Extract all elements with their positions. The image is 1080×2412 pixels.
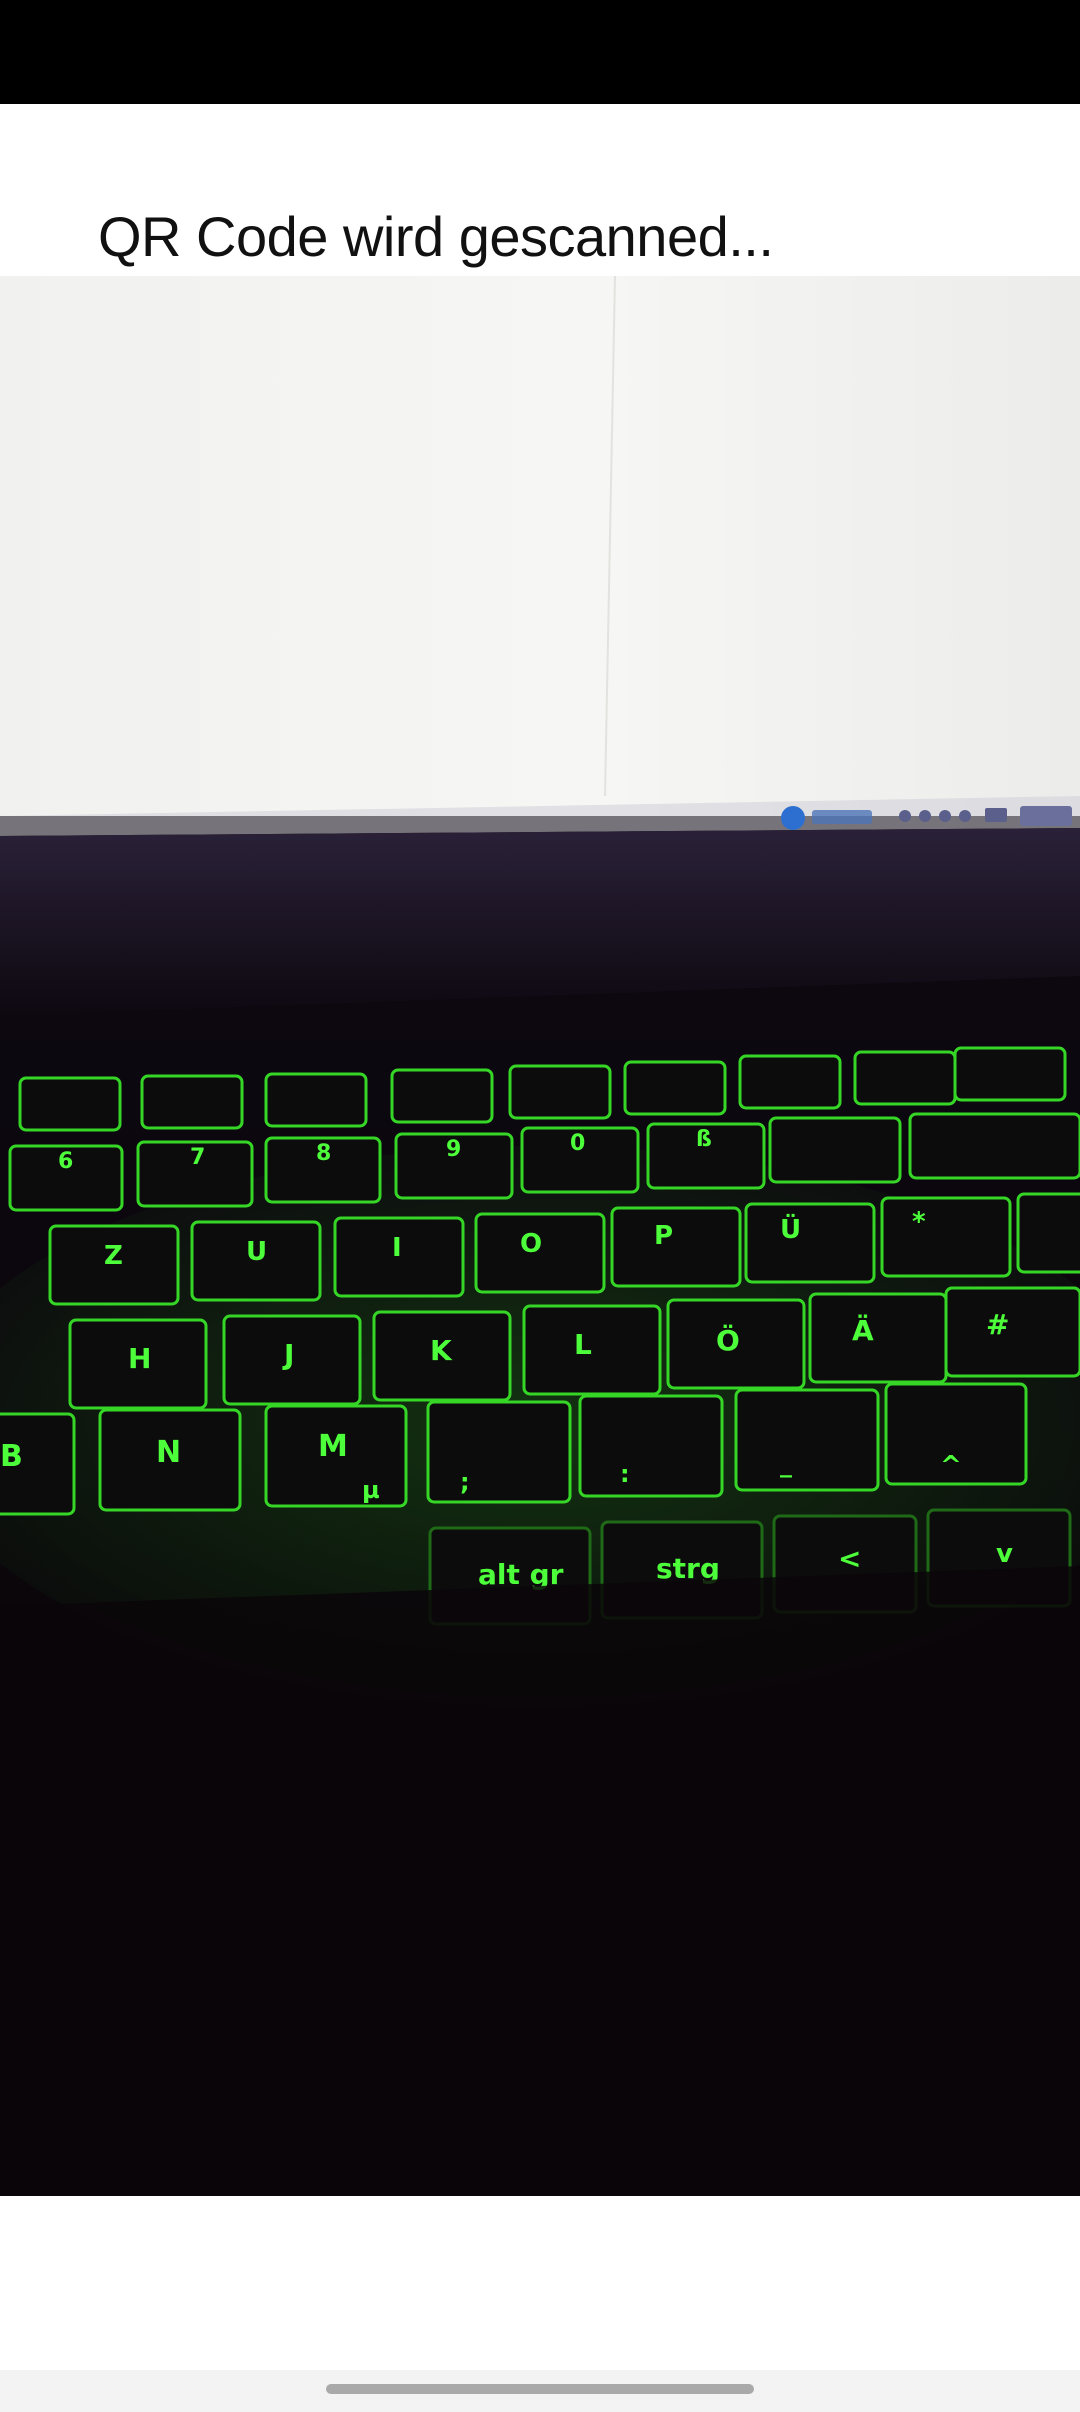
- key-label: *: [912, 1207, 926, 1237]
- key-backspace: [908, 1112, 1080, 1180]
- key-label: 6: [58, 1149, 73, 1174]
- key-label: M: [318, 1429, 348, 1464]
- scan-status-title: QR Code wird gescanned...: [98, 205, 774, 268]
- key-letter: [734, 1388, 880, 1492]
- key-letter: [808, 1292, 948, 1384]
- key-letter: [880, 1196, 1012, 1278]
- key-label: #: [986, 1308, 1009, 1341]
- key-f: [18, 1076, 122, 1132]
- key-label: 7: [190, 1145, 205, 1170]
- key-label: 9: [446, 1137, 461, 1162]
- key-label: _: [780, 1450, 792, 1478]
- key-letter: [944, 1286, 1080, 1378]
- key-label: ;: [460, 1468, 470, 1496]
- status-bar: [0, 0, 1080, 104]
- key-label: P: [654, 1221, 673, 1251]
- laptop-screen: [0, 276, 1080, 816]
- key-f: [738, 1054, 842, 1110]
- key-label: ß: [696, 1127, 712, 1152]
- key-label: ^: [940, 1451, 962, 1481]
- key-f: [853, 1050, 957, 1106]
- key-f: [508, 1064, 612, 1120]
- home-indicator[interactable]: [326, 2384, 754, 2394]
- key-letter: [522, 1304, 662, 1396]
- key-label: U: [246, 1237, 267, 1267]
- camera-frame: 6 7 8 9 0 ß Z U I O P Ü * H J K L Ö Ä # …: [0, 276, 1080, 2196]
- key-label: B: [0, 1439, 23, 1474]
- key-label: J: [282, 1338, 294, 1371]
- key-label: <: [838, 1542, 861, 1575]
- key-label: µ: [362, 1476, 380, 1504]
- key-f: [623, 1060, 727, 1116]
- key-letter: [426, 1400, 572, 1504]
- key-f: [953, 1046, 1067, 1102]
- key-letter: [744, 1202, 876, 1284]
- key-label: Ä: [852, 1313, 874, 1347]
- key-label: L: [574, 1328, 592, 1361]
- key-label: Z: [104, 1241, 123, 1271]
- key-label: K: [430, 1334, 453, 1367]
- laptop-palmrest: [0, 1566, 1080, 2196]
- key-f: [390, 1068, 494, 1124]
- key-label: O: [520, 1229, 542, 1259]
- key-label: Ö: [716, 1323, 740, 1357]
- key-f: [264, 1072, 368, 1128]
- key-label: Ü: [780, 1212, 801, 1245]
- key-letter: [578, 1394, 724, 1498]
- key-label: v: [996, 1539, 1013, 1569]
- key-letter: [1016, 1192, 1080, 1274]
- key-number: [768, 1116, 902, 1184]
- camera-preview: 6 7 8 9 0 ß Z U I O P Ü * H J K L Ö Ä # …: [0, 276, 1080, 2196]
- key-f: [140, 1074, 244, 1130]
- key-label: N: [156, 1435, 181, 1470]
- key-label: 0: [570, 1131, 585, 1156]
- key-label: 8: [316, 1141, 331, 1166]
- key-label: H: [128, 1342, 151, 1375]
- key-label: :: [620, 1460, 630, 1488]
- key-label: I: [392, 1233, 402, 1263]
- key-letter: [610, 1206, 742, 1288]
